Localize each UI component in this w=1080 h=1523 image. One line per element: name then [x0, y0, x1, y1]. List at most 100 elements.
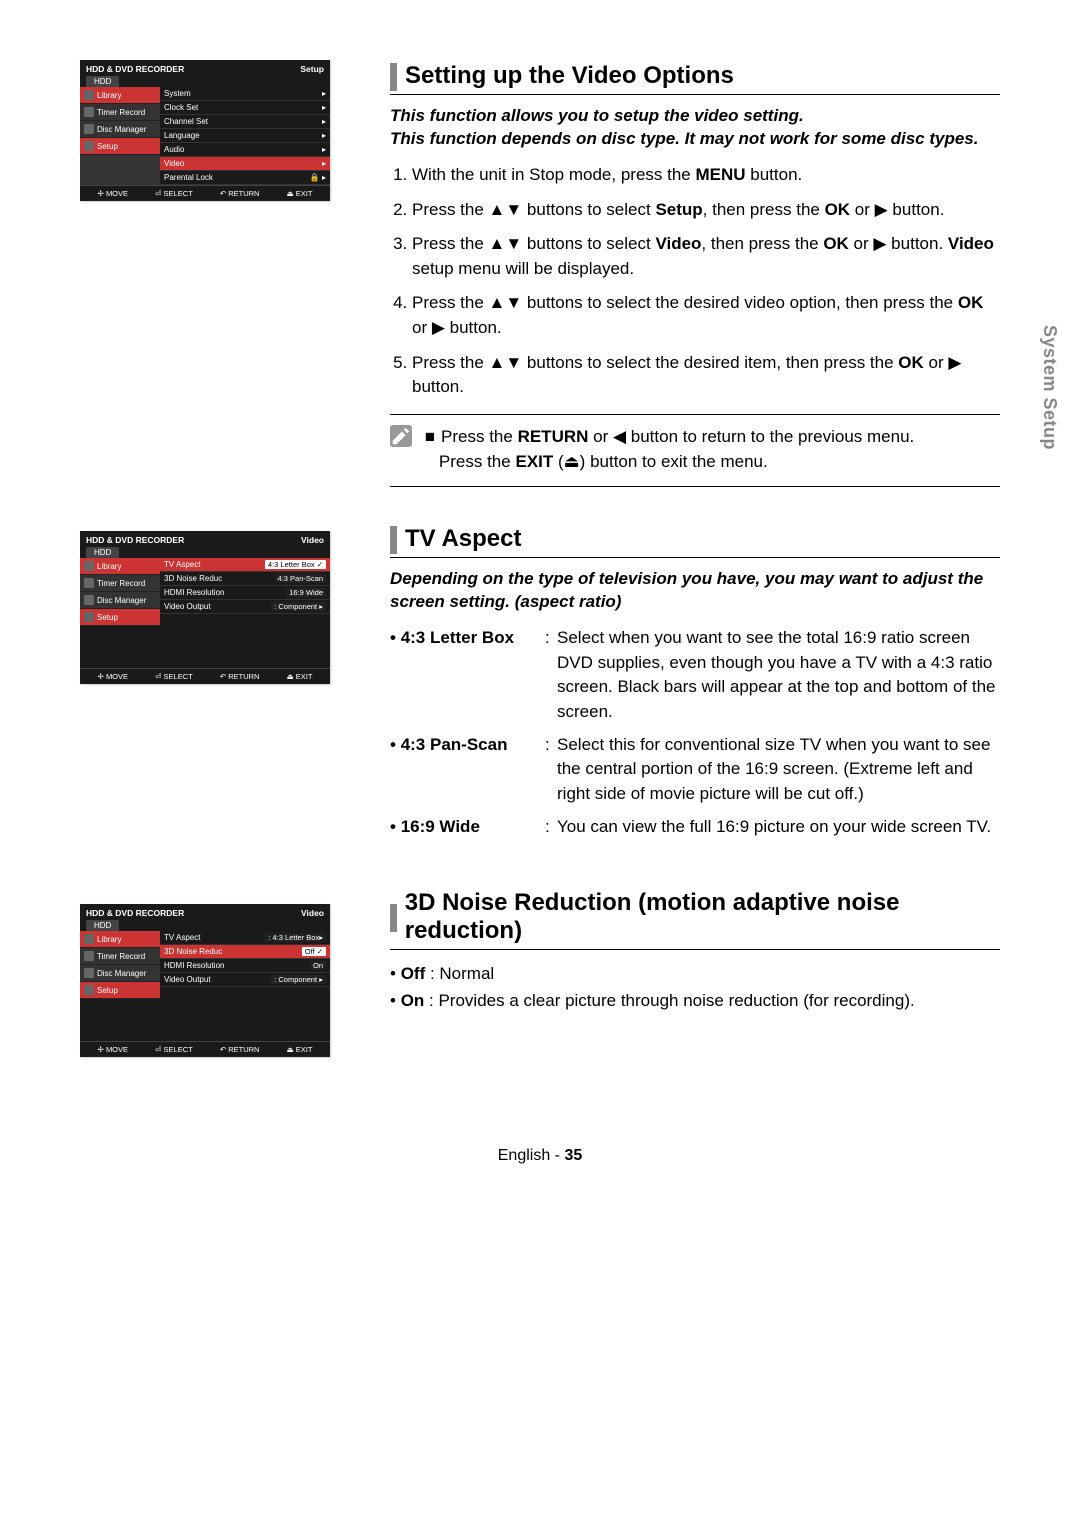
return-icon: ↶: [220, 1045, 226, 1054]
move-icon: ✢: [98, 672, 104, 681]
heading-3d-noise: 3D Noise Reduction (motion adaptive nois…: [390, 887, 1000, 950]
step-2: Press the ▲▼ buttons to select Setup, th…: [412, 198, 1000, 223]
osd-nav: Library Timer Record Disc Manager Setup: [80, 87, 160, 185]
select-label: SELECT: [164, 672, 193, 681]
step-5: Press the ▲▼ buttons to select the desir…: [412, 351, 1000, 400]
aspect-label: 4:3 Pan-Scan: [390, 733, 545, 807]
footer-page: 35: [564, 1147, 582, 1164]
note-line: ■Press the RETURN or ◀ button to return …: [425, 425, 995, 450]
aspect-row: 16:9 Wide:You can view the full 16:9 pic…: [390, 815, 1000, 840]
osd-title: HDD & DVD RECORDER: [86, 908, 184, 918]
return-icon: ↶: [220, 189, 226, 198]
osd-menu-item: Clock Set▸: [160, 101, 330, 115]
osd-menu-item: System▸: [160, 87, 330, 101]
osd-title: HDD & DVD RECORDER: [86, 64, 184, 74]
noise-item: Off : Normal: [390, 960, 1000, 987]
right-column: Setting up the Video Options This functi…: [360, 60, 1000, 1087]
nav-disc: Disc Manager: [97, 969, 146, 978]
osd-menu-item: Video▸: [160, 157, 330, 171]
move-label: MOVE: [106, 672, 128, 681]
hdd-tab: HDD: [86, 547, 119, 558]
aspect-list: 4:3 Letter Box:Select when you want to s…: [390, 626, 1000, 839]
osd-3d-noise: HDD & DVD RECORDER Video HDD Library Tim…: [80, 904, 330, 1057]
return-label: RETURN: [228, 189, 259, 198]
aspect-label: 16:9 Wide: [390, 815, 545, 840]
nav-disc: Disc Manager: [97, 596, 146, 605]
osd-corner: Setup: [300, 64, 324, 74]
osd-menu-item: Language▸: [160, 129, 330, 143]
intro-video-options: This function allows you to setup the vi…: [390, 105, 1000, 151]
aspect-desc: Select this for conventional size TV whe…: [557, 733, 1000, 807]
exit-label: EXIT: [296, 672, 313, 681]
osd-corner: Video: [301, 535, 324, 545]
exit-label: EXIT: [296, 189, 313, 198]
step-3: Press the ▲▼ buttons to select Video, th…: [412, 232, 1000, 281]
osd-menu-item: TV Aspect: 4:3 Letter Box▸: [160, 931, 330, 945]
nav-disc: Disc Manager: [97, 125, 146, 134]
page-footer: English - 35: [0, 1147, 1080, 1165]
exit-icon: ⏏: [287, 189, 294, 198]
step-1: With the unit in Stop mode, press the ME…: [412, 163, 1000, 188]
step-4: Press the ▲▼ buttons to select the desir…: [412, 291, 1000, 340]
heading-tv-aspect: TV Aspect: [390, 523, 1000, 558]
steps-list: With the unit in Stop mode, press the ME…: [390, 163, 1000, 400]
noise-item: On : Provides a clear picture through no…: [390, 987, 1000, 1014]
move-icon: ✢: [98, 1045, 104, 1054]
osd-title: HDD & DVD RECORDER: [86, 535, 184, 545]
move-label: MOVE: [106, 189, 128, 198]
osd-menu-item: Audio▸: [160, 143, 330, 157]
exit-label: EXIT: [296, 1045, 313, 1054]
exit-icon: ⏏: [287, 672, 294, 681]
osd-menu-item: HDMI Resolution16:9 Wide: [160, 586, 330, 600]
osd-corner: Video: [301, 908, 324, 918]
nav-library: Library: [97, 91, 121, 100]
heading-text: 3D Noise Reduction (motion adaptive nois…: [405, 887, 1000, 949]
nav-timer: Timer Record: [97, 108, 145, 117]
aspect-row: 4:3 Pan-Scan:Select this for conventiona…: [390, 733, 1000, 807]
aspect-desc: You can view the full 16:9 picture on yo…: [557, 815, 1000, 840]
nav-setup: Setup: [97, 986, 118, 995]
select-label: SELECT: [164, 189, 193, 198]
select-icon: ⏎: [155, 189, 161, 198]
osd-menu-item: 3D Noise ReducOff ✓: [160, 945, 330, 959]
osd-menu-item: HDMI ResolutionOn: [160, 959, 330, 973]
heading-text: Setting up the Video Options: [405, 60, 734, 94]
osd-menu-item: Video Output: Component ▸: [160, 973, 330, 987]
hdd-tab: HDD: [86, 920, 119, 931]
aspect-row: 4:3 Letter Box:Select when you want to s…: [390, 626, 1000, 725]
exit-icon: ⏏: [287, 1045, 294, 1054]
nav-timer: Timer Record: [97, 952, 145, 961]
osd-menu: System▸Clock Set▸Channel Set▸Language▸Au…: [160, 87, 330, 185]
nav-library: Library: [97, 935, 121, 944]
left-column: HDD & DVD RECORDER Setup HDD Library Tim…: [80, 60, 360, 1087]
return-label: RETURN: [228, 672, 259, 681]
osd-menu-item: TV Aspect4:3 Letter Box ✓: [160, 558, 330, 572]
osd-menu-item: Parental Lock🔒 ▸: [160, 171, 330, 185]
select-icon: ⏎: [155, 1045, 161, 1054]
select-icon: ⏎: [155, 672, 161, 681]
move-icon: ✢: [98, 189, 104, 198]
side-tab: System Setup: [1039, 325, 1060, 450]
heading-video-options: Setting up the Video Options: [390, 60, 1000, 95]
note-box: ■Press the RETURN or ◀ button to return …: [390, 414, 1000, 487]
hdd-tab: HDD: [86, 76, 119, 87]
noise-list: Off : NormalOn : Provides a clear pictur…: [390, 960, 1000, 1014]
select-label: SELECT: [164, 1045, 193, 1054]
footer-lang: English: [498, 1147, 550, 1164]
nav-library: Library: [97, 562, 121, 571]
move-label: MOVE: [106, 1045, 128, 1054]
osd-menu-item: 3D Noise Reduc4:3 Pan-Scan: [160, 572, 330, 586]
aspect-desc: Select when you want to see the total 16…: [557, 626, 1000, 725]
aspect-label: 4:3 Letter Box: [390, 626, 545, 725]
heading-text: TV Aspect: [405, 523, 521, 557]
intro-tv-aspect: Depending on the type of television you …: [390, 568, 1000, 614]
return-label: RETURN: [228, 1045, 259, 1054]
osd-menu-item: Video Output: Component ▸: [160, 600, 330, 614]
nav-setup: Setup: [97, 613, 118, 622]
osd-footer: ✢ MOVE ⏎ SELECT ↶ RETURN ⏏ EXIT: [80, 185, 330, 201]
osd-tv-aspect: HDD & DVD RECORDER Video HDD Library Tim…: [80, 531, 330, 684]
osd-menu-item: Channel Set▸: [160, 115, 330, 129]
nav-setup: Setup: [97, 142, 118, 151]
return-icon: ↶: [220, 672, 226, 681]
nav-timer: Timer Record: [97, 579, 145, 588]
